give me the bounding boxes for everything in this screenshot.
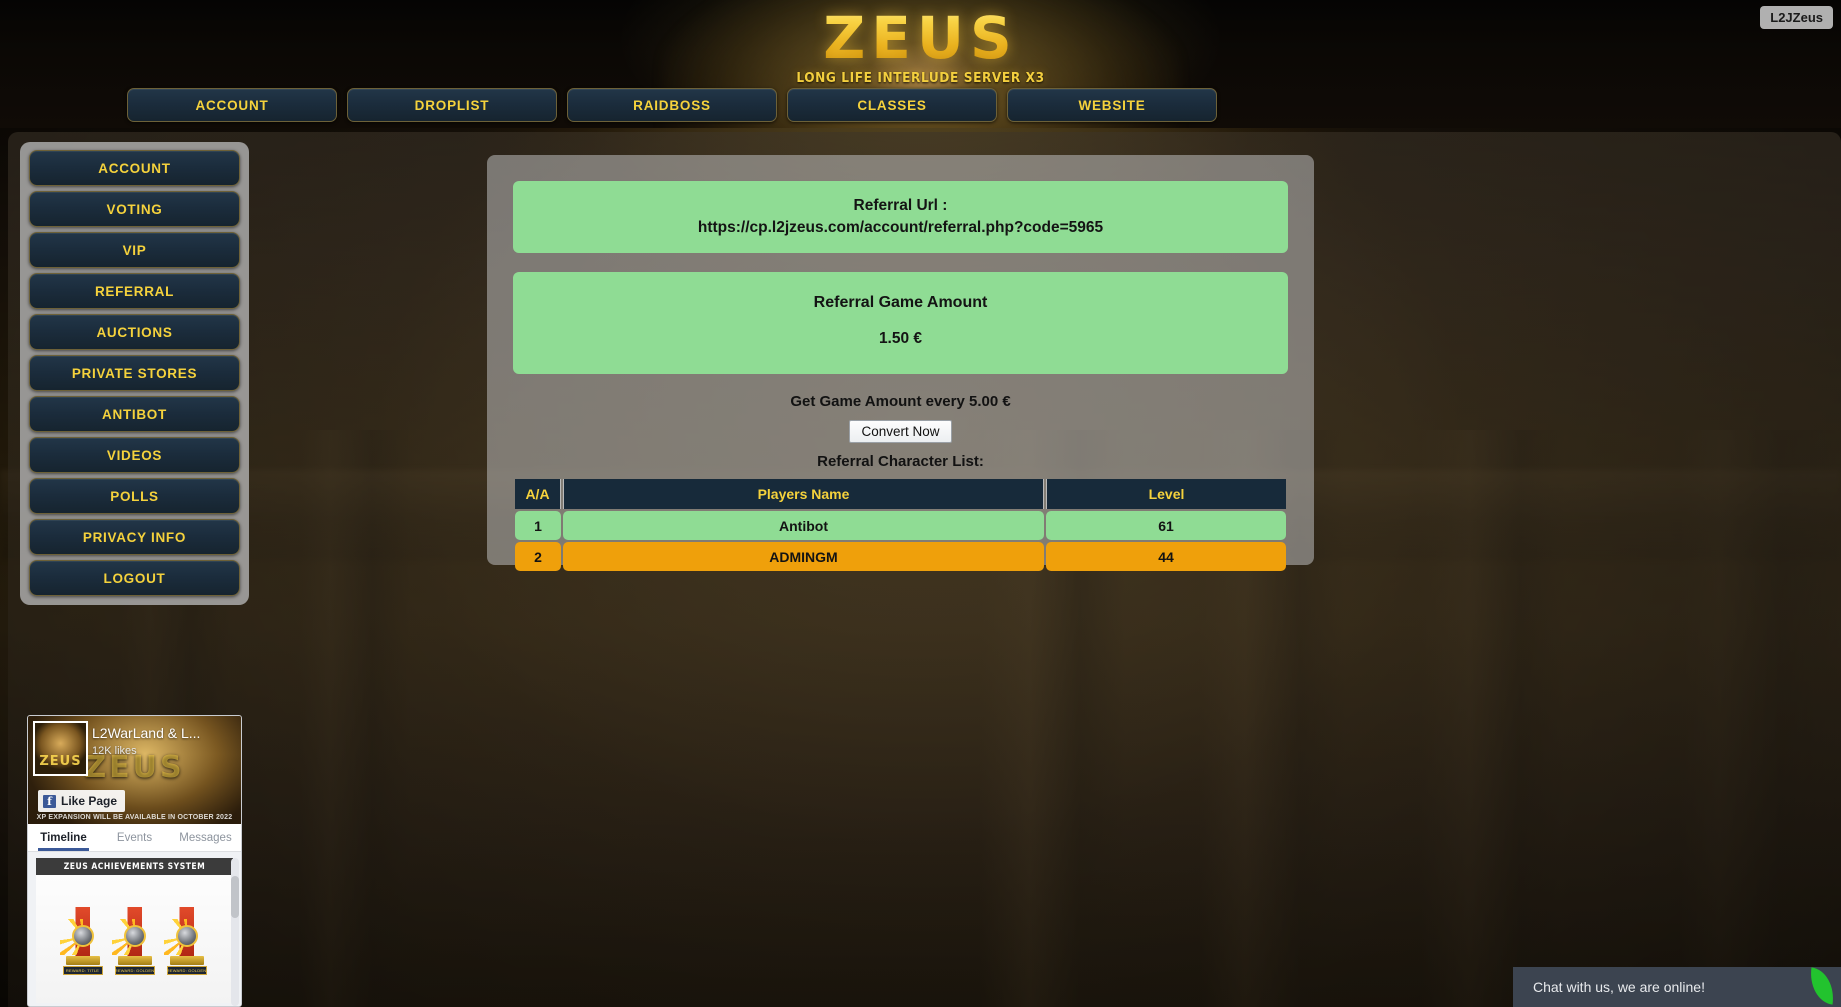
medal-label: REWARD: GOLDEN	[114, 966, 155, 975]
table-header-row: A/A Players Name Level	[515, 479, 1286, 509]
sidebar: ACCOUNT VOTING VIP REFERRAL AUCTIONS PRI…	[20, 142, 249, 605]
sidebar-item-referral[interactable]: REFERRAL	[29, 273, 240, 309]
sidebar-item-logout[interactable]: LOGOUT	[29, 560, 240, 596]
sidebar-item-private-stores[interactable]: PRIVATE STORES	[29, 355, 240, 391]
table-row[interactable]: 2 ADMINGM 44	[515, 542, 1286, 571]
referral-character-table: A/A Players Name Level 1 Antibot 61 2 AD…	[513, 477, 1288, 573]
facebook-post-banner: ZEUS ACHIEVEMENTS SYSTEM	[36, 858, 233, 875]
table-header-aa: A/A	[515, 479, 561, 509]
referral-amount-box: Referral Game Amount 1.50 €	[513, 272, 1288, 374]
sidebar-item-privacy-info[interactable]: PRIVACY INFO	[29, 519, 240, 555]
medal-label: REWARD: TITLE	[62, 966, 103, 975]
referral-url-label: Referral Url :	[853, 197, 948, 214]
referral-amount-title: Referral Game Amount	[813, 294, 988, 311]
cell-level: 44	[1046, 542, 1286, 571]
cell-player-name: ADMINGM	[563, 542, 1044, 571]
page-root: ZEUS LONG LIFE INTERLUDE SERVER X3 ACCOU…	[0, 0, 1841, 1007]
sidebar-item-auctions[interactable]: AUCTIONS	[29, 314, 240, 350]
facebook-like-button[interactable]: f Like Page	[38, 790, 126, 812]
facebook-like-count: 12K likes	[92, 745, 137, 757]
topnav-item-droplist[interactable]: DROPLIST	[347, 88, 557, 122]
topnav-item-raidboss[interactable]: RAIDBOSS	[567, 88, 777, 122]
facebook-page-widget: ZEUS XP EXPANSION WILL BE AVAILABLE IN O…	[27, 715, 242, 1007]
referral-list-title: Referral Character List:	[817, 453, 984, 470]
facebook-post-image: REWARD: TITLE REWARD: GOLDEN REWARD: GOL…	[36, 875, 233, 1003]
sidebar-item-videos[interactable]: VIDEOS	[29, 437, 240, 473]
topnav-item-website[interactable]: WEBSITE	[1007, 88, 1217, 122]
referral-amount-value: 1.50 €	[878, 330, 923, 347]
sidebar-item-antibot[interactable]: ANTIBOT	[29, 396, 240, 432]
table-header-level: Level	[1046, 479, 1286, 509]
facebook-tab-timeline[interactable]: Timeline	[28, 824, 99, 851]
facebook-avatar: ZEUS	[33, 721, 88, 776]
cell-player-name: Antibot	[563, 511, 1044, 540]
chat-leaf-icon	[1806, 967, 1838, 1005]
referral-url-box: Referral Url : https://cp.l2jzeus.com/ac…	[513, 181, 1288, 253]
table-row[interactable]: 1 Antibot 61	[515, 511, 1286, 540]
facebook-tab-events[interactable]: Events	[99, 824, 170, 851]
table-header-players-name: Players Name	[563, 479, 1044, 509]
convert-now-button[interactable]: Convert Now	[849, 420, 952, 443]
referral-hint-text: Get Game Amount every 5.00 €	[790, 393, 1011, 410]
logo-tagline: LONG LIFE INTERLUDE SERVER X3	[796, 70, 1045, 86]
topnav-item-account[interactable]: ACCOUNT	[127, 88, 337, 122]
referral-url-value[interactable]: https://cp.l2jzeus.com/account/referral.…	[523, 217, 1278, 239]
cell-level: 61	[1046, 511, 1286, 540]
facebook-tabs: Timeline Events Messages	[28, 824, 241, 852]
account-badge[interactable]: L2JZeus	[1760, 6, 1833, 29]
sidebar-item-vip[interactable]: VIP	[29, 232, 240, 268]
achievement-medal-icon: REWARD: GOLDEN	[111, 903, 158, 975]
facebook-like-label: Like Page	[61, 794, 118, 808]
facebook-tab-messages[interactable]: Messages	[170, 824, 241, 851]
medal-label: REWARD: GOLDEN	[166, 966, 207, 975]
sidebar-item-account[interactable]: ACCOUNT	[29, 150, 240, 186]
facebook-logo-icon: f	[43, 794, 56, 808]
live-chat-widget[interactable]: Chat with us, we are online!	[1513, 967, 1841, 1007]
logo-wordmark: ZEUS	[771, 0, 1071, 76]
facebook-cover-photo: ZEUS XP EXPANSION WILL BE AVAILABLE IN O…	[28, 716, 241, 824]
live-chat-message: Chat with us, we are online!	[1533, 979, 1705, 995]
facebook-feed: ZEUS ACHIEVEMENTS SYSTEM REWARD: TITLE R…	[28, 852, 241, 1006]
facebook-feed-scroll-thumb[interactable]	[231, 876, 239, 918]
achievement-medal-icon: REWARD: GOLDEN	[163, 903, 210, 975]
site-logo[interactable]: ZEUS LONG LIFE INTERLUDE SERVER X3	[771, 0, 1071, 86]
sidebar-item-voting[interactable]: VOTING	[29, 191, 240, 227]
achievement-medal-icon: REWARD: TITLE	[59, 903, 106, 975]
sidebar-item-polls[interactable]: POLLS	[29, 478, 240, 514]
topnav-item-classes[interactable]: CLASSES	[787, 88, 997, 122]
facebook-avatar-wordmark: ZEUS	[39, 754, 82, 769]
cell-aa: 2	[515, 542, 561, 571]
facebook-cover-note: XP EXPANSION WILL BE AVAILABLE IN OCTOBE…	[36, 814, 233, 821]
referral-content-panel: Referral Url : https://cp.l2jzeus.com/ac…	[487, 155, 1314, 571]
facebook-page-title[interactable]: L2WarLand & L...	[92, 725, 200, 741]
convert-button-row: Convert Now	[513, 420, 1288, 443]
cell-aa: 1	[515, 511, 561, 540]
top-navigation: ACCOUNT DROPLIST RAIDBOSS CLASSES WEBSIT…	[127, 88, 1217, 122]
